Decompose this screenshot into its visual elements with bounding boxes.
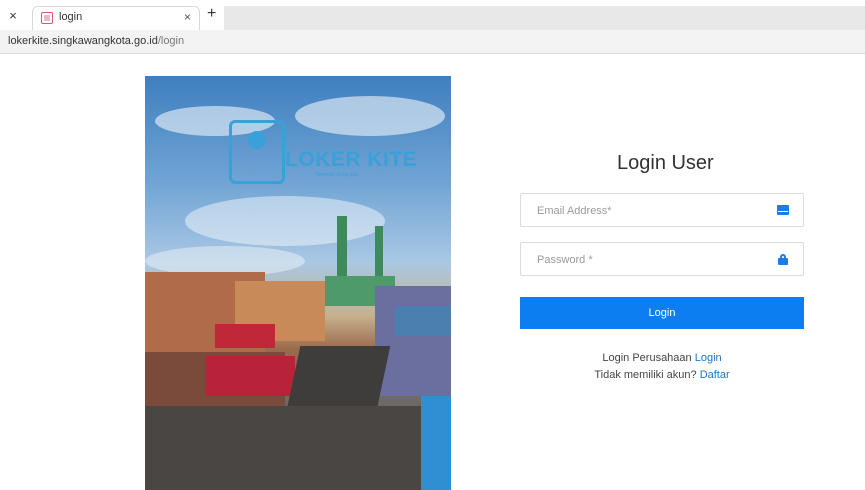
hero-image: LOKER KITE Temukan Kerja Kita	[145, 76, 451, 490]
logo-tagline: Temukan Kerja Kita	[315, 172, 359, 178]
email-field[interactable]	[520, 193, 804, 228]
email-input[interactable]	[521, 194, 779, 228]
register-line: Tidak memiliki akun? Daftar	[520, 369, 804, 381]
company-login-link[interactable]: Login	[695, 352, 722, 364]
favicon-icon	[41, 12, 53, 24]
buildings-right	[375, 286, 451, 396]
browser-tab-login[interactable]: login ×	[32, 6, 200, 30]
register-link[interactable]: Daftar	[700, 369, 730, 381]
password-input[interactable]	[521, 243, 779, 277]
close-window-icon[interactable]: ×	[6, 8, 20, 24]
register-prefix: Tidak memiliki akun?	[594, 369, 697, 381]
blue-structure	[421, 396, 451, 490]
person-icon	[248, 131, 266, 149]
page-title: Login User	[617, 152, 714, 174]
cloud	[185, 196, 385, 246]
url-text[interactable]: lokerkite.singkawangkota.go.id/login	[8, 35, 184, 47]
road-foreground	[145, 406, 451, 490]
logo-text: LOKER KITE	[285, 148, 418, 171]
login-panel	[452, 76, 865, 490]
login-button[interactable]: Login	[520, 297, 804, 329]
lokerkite-logo-icon	[229, 120, 285, 184]
cloud	[295, 96, 445, 136]
temple-roof	[215, 324, 275, 348]
tabstrip-background	[224, 6, 865, 30]
url-host: lokerkite.singkawangkota.go.id	[8, 35, 158, 47]
envelope-icon	[777, 205, 789, 215]
blue-roof	[395, 306, 451, 336]
browser-tabstrip: × login × +	[0, 0, 865, 30]
company-login-prefix: Login Perusahaan	[602, 352, 692, 364]
temple	[205, 356, 295, 396]
lock-icon	[777, 254, 789, 265]
address-bar[interactable]: lokerkite.singkawangkota.go.id/login	[0, 30, 865, 54]
tab-title: login	[59, 11, 83, 23]
url-path: /login	[157, 35, 185, 47]
password-field[interactable]	[520, 242, 804, 277]
company-login-line: Login Perusahaan Login	[520, 352, 804, 364]
tab-close-icon[interactable]: ×	[184, 10, 191, 24]
new-tab-button[interactable]: +	[207, 5, 216, 23]
